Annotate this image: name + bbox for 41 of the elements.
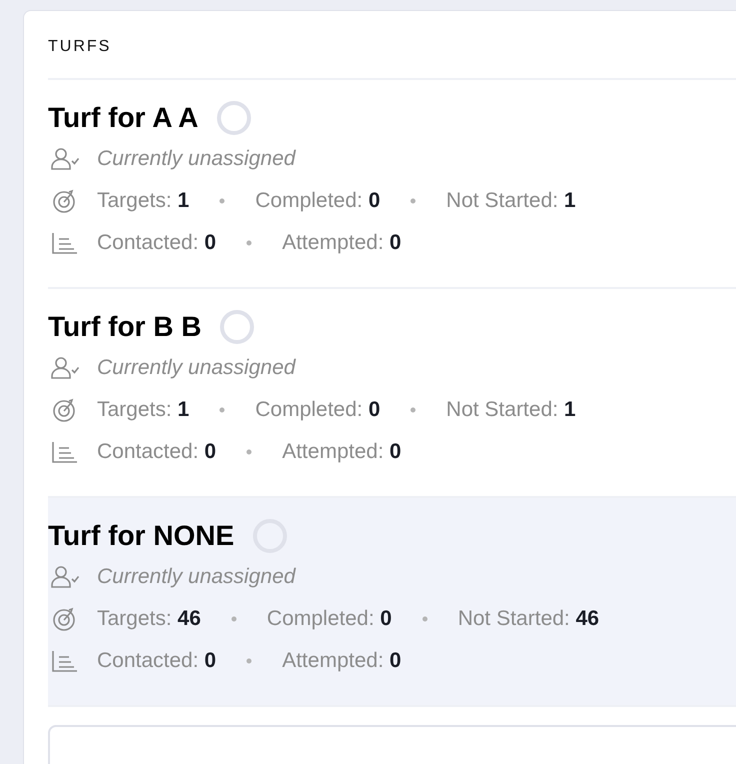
user-check-icon [50, 356, 80, 380]
turf-item[interactable]: Turf for NONE Currently unassigned Targets: 46 Completed: 0 Not Started: 46 Contacted: 0 Attempted: 0 [48, 498, 736, 707]
turf-item[interactable]: Turf for A A Currently unassigned Targets: 1 Completed: 0 Not Started: 1 Contacted: 0 Attempted: 0 [48, 80, 736, 289]
stat-text: Targets: 46 [97, 607, 201, 631]
stat-text: Completed: 0 [255, 398, 380, 422]
turf-name: Turf for B B [48, 311, 202, 343]
assignee-text: Currently unassigned [97, 565, 296, 589]
separator-dot-icon [230, 616, 237, 622]
bar-chart-icon [50, 440, 80, 464]
stat-text: Not Started: 1 [446, 398, 576, 422]
section-title: TURFS [48, 11, 736, 80]
stat-text: Contacted: 0 [97, 440, 216, 464]
separator-dot-icon [219, 407, 226, 413]
assignee-text: Currently unassigned [97, 147, 296, 171]
stat-text: Attempted: 0 [282, 649, 402, 673]
separator-dot-icon [422, 616, 428, 622]
stat-text: Attempted: 0 [282, 231, 402, 255]
stat-text: Contacted: 0 [97, 649, 216, 673]
user-check-icon [50, 147, 80, 171]
separator-dot-icon [246, 658, 252, 664]
separator-dot-icon [246, 449, 252, 455]
stat-text: Contacted: 0 [97, 231, 216, 255]
turf-name: Turf for NONE [48, 520, 234, 552]
turf-name: Turf for A A [48, 102, 198, 134]
separator-dot-icon [410, 198, 416, 204]
stat-text: Targets: 1 [97, 189, 190, 213]
status-ring-icon [219, 309, 256, 345]
assignee-text: Currently unassigned [97, 356, 296, 380]
stat-text: Completed: 0 [266, 607, 392, 631]
bar-chart-icon [50, 649, 80, 673]
stat-text: Targets: 1 [97, 398, 190, 422]
stat-text: Attempted: 0 [282, 440, 402, 464]
bar-chart-icon [50, 231, 80, 255]
stat-text: Not Started: 46 [458, 607, 600, 631]
stat-text: Completed: 0 [255, 189, 380, 213]
user-check-icon [50, 565, 80, 589]
stat-text: Not Started: 1 [446, 189, 576, 213]
status-ring-icon [216, 100, 252, 136]
separator-dot-icon [219, 198, 226, 204]
separator-dot-icon [410, 407, 416, 413]
separator-dot-icon [246, 240, 252, 246]
